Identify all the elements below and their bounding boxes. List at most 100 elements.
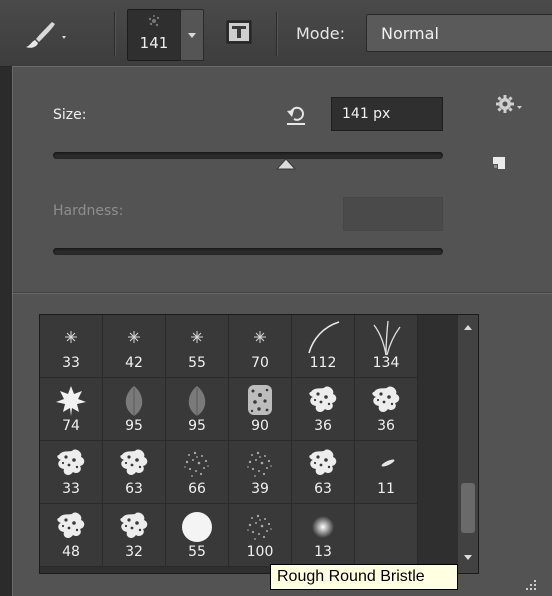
size-slider-track[interactable] xyxy=(53,152,443,170)
brush-preset-splatter[interactable]: 36 xyxy=(355,378,418,441)
soft-round-brush-tip-icon xyxy=(312,516,334,538)
panel-divider xyxy=(13,292,552,294)
splatter-brush-tip-icon xyxy=(309,449,337,476)
brush-preset-picker: Size: 141 px Hardness: 33 42 55 70 112 1… xyxy=(12,66,552,596)
toolbar-separator xyxy=(114,12,116,56)
brush-preset-stroke[interactable]: 112 xyxy=(292,315,355,378)
empty-brush-tip-icon xyxy=(366,508,406,544)
brush-size-label: 42 xyxy=(125,355,143,371)
star-brush-tip-icon xyxy=(128,331,140,343)
leaf-brush-tip-icon xyxy=(188,386,206,416)
blend-mode-select[interactable]: Normal xyxy=(366,14,552,52)
brush-preset-grass[interactable]: 134 xyxy=(355,315,418,378)
chevron-down-icon xyxy=(188,33,196,38)
brush-size-label: 95 xyxy=(188,418,206,434)
brush-size-label: 74 xyxy=(62,418,80,434)
brush-size-label: 32 xyxy=(125,544,143,560)
scrollbar[interactable] xyxy=(458,315,478,573)
brush-preset-empty xyxy=(355,504,418,567)
gear-icon[interactable] xyxy=(493,93,523,117)
brush-size-label: 112 xyxy=(309,355,337,371)
brush-preset-splatter[interactable]: 48 xyxy=(40,504,103,567)
brush-picker-dropdown[interactable] xyxy=(180,9,204,61)
brush-name-tooltip: Rough Round Bristle xyxy=(270,564,458,590)
brush-size-label: 13 xyxy=(314,544,332,560)
resize-grip-icon[interactable] xyxy=(524,578,538,592)
brush-size-label: 134 xyxy=(372,355,400,371)
star-brush-tip-icon xyxy=(191,331,203,343)
brush-preset-streak[interactable]: 11 xyxy=(355,441,418,504)
brush-size-label: 11 xyxy=(377,481,395,497)
brush-preset-hard-round[interactable]: 55 xyxy=(166,504,229,567)
splatter-brush-tip-icon xyxy=(57,449,85,476)
brush-preset-spray[interactable]: 100 xyxy=(229,504,292,567)
scrollbar-thumb[interactable] xyxy=(461,483,475,533)
brush-size-label: 70 xyxy=(251,355,269,371)
leaf-brush-tip-icon xyxy=(125,386,143,416)
hardness-input xyxy=(343,197,443,231)
brush-size-label: 66 xyxy=(188,481,206,497)
hard-round-brush-tip-icon xyxy=(182,512,212,542)
brush-size-label: 39 xyxy=(251,481,269,497)
brush-size-label: 100 xyxy=(246,544,274,560)
brush-preset-soft-round[interactable]: 13 xyxy=(292,504,355,567)
maple-leaf-brush-tip-icon xyxy=(56,386,86,416)
splatter-brush-tip-icon xyxy=(372,386,400,413)
mode-label: Mode: xyxy=(296,24,345,43)
reset-size-icon[interactable] xyxy=(285,103,307,127)
brush-preset-splatter[interactable]: 36 xyxy=(292,378,355,441)
brush-panel-toggle-icon[interactable] xyxy=(221,16,257,50)
size-input[interactable]: 141 px xyxy=(331,97,443,131)
brush-tool-icon[interactable] xyxy=(22,18,72,52)
brush-preset-spray[interactable]: 66 xyxy=(166,441,229,504)
texture-brush-tip-icon xyxy=(248,385,272,415)
scroll-down-arrow-icon[interactable] xyxy=(464,555,472,560)
brush-size-label: 36 xyxy=(314,418,332,434)
streak-brush-tip-icon xyxy=(381,459,395,467)
toolbar-separator xyxy=(276,12,278,56)
brush-size-label: 48 xyxy=(62,544,80,560)
brush-preset-leaf[interactable]: 95 xyxy=(166,378,229,441)
stroke-brush-tip-icon xyxy=(308,321,340,354)
brush-preset-button[interactable]: 141 xyxy=(127,9,181,61)
brush-preset-star[interactable]: 70 xyxy=(229,315,292,378)
brush-size-readout: 141 xyxy=(139,34,169,52)
brush-size-label: 55 xyxy=(188,544,206,560)
brush-size-label: 55 xyxy=(188,355,206,371)
brush-preset-splatter[interactable]: 32 xyxy=(103,504,166,567)
options-bar: 141 Mode: Normal xyxy=(0,0,552,67)
brush-size-label: 95 xyxy=(125,418,143,434)
brush-preset-star[interactable]: 33 xyxy=(40,315,103,378)
brush-preset-splatter[interactable]: 63 xyxy=(103,441,166,504)
grass-brush-tip-icon xyxy=(373,320,401,355)
brush-size-label: 36 xyxy=(377,418,395,434)
scroll-up-arrow-icon[interactable] xyxy=(464,325,472,330)
brush-preset-splatter[interactable]: 33 xyxy=(40,441,103,504)
brush-preset-texture[interactable]: 90 xyxy=(229,378,292,441)
size-slider-thumb[interactable] xyxy=(276,158,297,170)
splatter-brush-tip-icon xyxy=(309,386,337,413)
brush-preset-splatter[interactable]: 63 xyxy=(292,441,355,504)
brush-size-label: 33 xyxy=(62,355,80,371)
brush-preset-star[interactable]: 42 xyxy=(103,315,166,378)
brush-tip-icon xyxy=(148,15,160,27)
splatter-brush-tip-icon xyxy=(120,512,148,539)
brush-preset-spray[interactable]: 39 xyxy=(229,441,292,504)
spray-brush-tip-icon xyxy=(247,514,272,540)
brush-preset-maple-leaf[interactable]: 74 xyxy=(40,378,103,441)
brush-preset-star[interactable]: 55 xyxy=(166,315,229,378)
brush-preset-grid: 33 42 55 70 112 134 74 95 95 90 36 36 33 63 66 39 63 11 48… xyxy=(39,314,479,574)
splatter-brush-tip-icon xyxy=(120,449,148,476)
star-brush-tip-icon xyxy=(65,331,77,343)
hardness-label: Hardness: xyxy=(53,203,124,219)
brush-size-label: 33 xyxy=(62,481,80,497)
splatter-brush-tip-icon xyxy=(57,512,85,539)
brush-size-label: 90 xyxy=(251,418,269,434)
star-brush-tip-icon xyxy=(254,331,266,343)
spray-brush-tip-icon xyxy=(184,451,209,477)
hardness-slider-track xyxy=(53,248,443,255)
brush-size-label: 63 xyxy=(125,481,143,497)
size-label: Size: xyxy=(53,107,87,123)
brush-preset-leaf[interactable]: 95 xyxy=(103,378,166,441)
new-preset-icon[interactable] xyxy=(491,155,507,171)
